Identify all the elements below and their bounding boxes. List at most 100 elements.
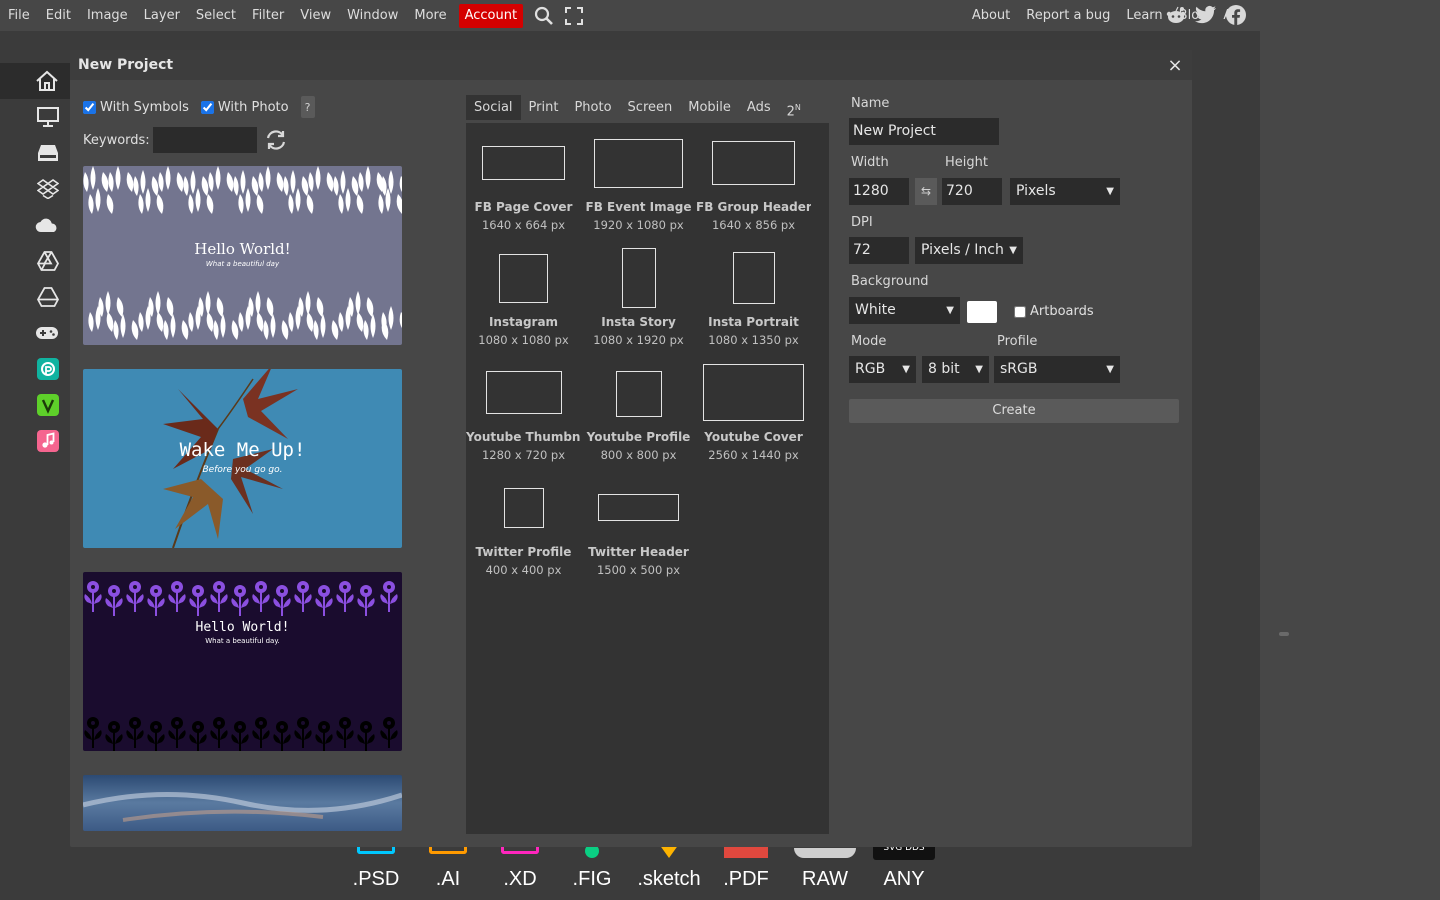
preset-fb-group-header[interactable]: FB Group Header 1640 x 856 px <box>696 123 811 238</box>
menu-file[interactable]: File <box>0 4 38 28</box>
background-color-swatch[interactable] <box>967 301 997 323</box>
unit-select[interactable]: Pixels ▼ <box>1010 178 1120 205</box>
height-input[interactable]: 720 <box>942 178 1002 205</box>
keywords-input[interactable] <box>152 127 257 153</box>
template-1-title: Hello World! <box>194 240 291 258</box>
fullscreen-icon[interactable] <box>561 4 587 28</box>
format-ai-label: .AI <box>435 868 461 890</box>
menu-select[interactable]: Select <box>188 4 244 28</box>
facebook-icon[interactable] <box>1224 3 1248 27</box>
with-symbols-checkbox[interactable]: With Symbols <box>83 100 189 115</box>
menu-report-bug[interactable]: Report a bug <box>1018 4 1118 28</box>
new-project-dialog: New Project × With Symbols With Photo ? … <box>70 50 1192 847</box>
swap-dimensions-button[interactable]: ⇆ <box>915 178 937 205</box>
search-icon[interactable] <box>531 4 557 28</box>
create-button[interactable]: Create <box>849 399 1179 423</box>
menu-left: File Edit Image Layer Select Filter View… <box>0 0 587 31</box>
reddit-icon[interactable] <box>1164 3 1188 27</box>
preset-name: Twitter Profile <box>475 545 572 559</box>
menu-edit[interactable]: Edit <box>38 4 79 28</box>
template-thumb-3[interactable]: Hello World! What a beautiful day. <box>83 572 402 751</box>
template-thumb-2[interactable]: Wake Me Up! Before you go go. <box>83 369 402 548</box>
account-button[interactable]: Account <box>458 3 524 28</box>
dpi-input[interactable]: 72 <box>849 237 909 264</box>
format-raw-label: RAW <box>802 868 848 890</box>
profile-label: Profile <box>997 334 1038 349</box>
google-drive-alt-icon[interactable] <box>0 279 70 315</box>
with-photo-input[interactable] <box>200 100 214 114</box>
artboards-input[interactable] <box>1014 305 1026 318</box>
preset-insta-story[interactable]: Insta Story 1080 x 1920 px <box>581 238 696 353</box>
menu-learn[interactable]: Learn <box>1118 4 1170 28</box>
preset-size: 1920 x 1080 px <box>593 218 684 232</box>
help-button[interactable]: ? <box>300 96 315 118</box>
home-icon[interactable] <box>0 63 70 99</box>
menu-window[interactable]: Window <box>339 4 406 28</box>
menu-layer[interactable]: Layer <box>136 4 188 28</box>
panel-resize-handle[interactable] <box>1279 632 1289 636</box>
tab-social[interactable]: Social <box>466 95 521 120</box>
menu-about[interactable]: About <box>964 4 1018 28</box>
preset-twitter-profile[interactable]: Twitter Profile 400 x 400 px <box>466 468 581 583</box>
preset-name: Insta Story <box>601 315 676 329</box>
dpi-unit-select[interactable]: Pixels / Inch ▼ <box>915 237 1023 264</box>
preset-name: Insta Portrait <box>708 315 799 329</box>
with-photo-checkbox[interactable]: With Photo <box>200 100 289 115</box>
name-input[interactable]: New Project <box>849 118 999 145</box>
chevron-down-icon: ▼ <box>946 305 954 316</box>
template-list[interactable]: Hello World! What a beautiful day Wake M… <box>83 166 402 832</box>
template-2-title: Wake Me Up! <box>179 439 306 461</box>
template-thumb-4[interactable] <box>83 775 402 831</box>
template-thumb-1[interactable]: Hello World! What a beautiful day <box>83 166 402 345</box>
bit-depth-select[interactable]: 8 bit ▼ <box>922 356 989 383</box>
artboards-checkbox[interactable]: Artboards <box>1014 304 1094 319</box>
menu-more[interactable]: More <box>406 4 454 28</box>
template-3-title: Hello World! <box>195 620 290 635</box>
preset-youtube-profile[interactable]: Youtube Profile 800 x 800 px <box>581 353 696 468</box>
app-icon-music[interactable] <box>0 423 70 459</box>
menu-view[interactable]: View <box>292 4 339 28</box>
monitor-icon[interactable] <box>0 99 70 135</box>
preset-fb-event-image[interactable]: FB Event Image 1920 x 1080 px <box>581 123 696 238</box>
google-drive-icon[interactable] <box>0 243 70 279</box>
chevron-down-icon: ▼ <box>975 364 983 375</box>
twitter-icon[interactable] <box>1194 3 1218 27</box>
with-symbols-input[interactable] <box>83 100 96 114</box>
gamepad-icon[interactable] <box>0 315 70 351</box>
preset-size: 2560 x 1440 px <box>708 448 799 462</box>
dropbox-icon[interactable] <box>0 171 70 207</box>
tab-power-of-two[interactable]: 2N <box>779 95 809 120</box>
preset-size: 1500 x 500 px <box>596 563 681 577</box>
preset-youtube-cover[interactable]: Youtube Cover 2560 x 1440 px <box>696 353 811 468</box>
tab-print[interactable]: Print <box>521 95 567 120</box>
app-icon-v[interactable] <box>0 387 70 423</box>
preset-instagram[interactable]: Instagram 1080 x 1080 px <box>466 238 581 353</box>
chevron-down-icon: ▼ <box>902 364 910 375</box>
storage-icon[interactable] <box>0 135 70 171</box>
menu-filter[interactable]: Filter <box>244 4 292 28</box>
close-icon[interactable]: × <box>1166 55 1184 76</box>
preset-twitter-header[interactable]: Twitter Header 1500 x 500 px <box>581 468 696 583</box>
onedrive-icon[interactable] <box>0 207 70 243</box>
preset-youtube-thumbnail[interactable]: Youtube Thumbnail 1280 x 720 px <box>466 353 581 468</box>
format-any-label: ANY <box>883 868 925 890</box>
preset-size: 1080 x 1920 px <box>593 333 684 347</box>
preset-size: 1640 x 664 px <box>481 218 566 232</box>
tab-photo[interactable]: Photo <box>566 95 619 120</box>
preset-insta-portrait[interactable]: Insta Portrait 1080 x 1350 px <box>696 238 811 353</box>
width-input[interactable]: 1280 <box>849 178 909 205</box>
app-icon-p[interactable] <box>0 351 70 387</box>
social-links <box>1164 3 1248 27</box>
tab-ads[interactable]: Ads <box>739 95 779 120</box>
tab-screen[interactable]: Screen <box>620 95 681 120</box>
preset-fb-page-cover[interactable]: FB Page Cover 1640 x 664 px <box>466 123 581 238</box>
preset-name: Instagram <box>488 315 559 329</box>
background-select[interactable]: White ▼ <box>849 297 960 324</box>
dialog-header: New Project × <box>70 50 1192 80</box>
refresh-icon[interactable] <box>263 127 289 153</box>
profile-select[interactable]: sRGB ▼ <box>994 356 1120 383</box>
mode-select[interactable]: RGB ▼ <box>849 356 916 383</box>
tab-mobile[interactable]: Mobile <box>680 95 739 120</box>
menu-image[interactable]: Image <box>79 4 136 28</box>
sky-photo <box>83 791 402 822</box>
